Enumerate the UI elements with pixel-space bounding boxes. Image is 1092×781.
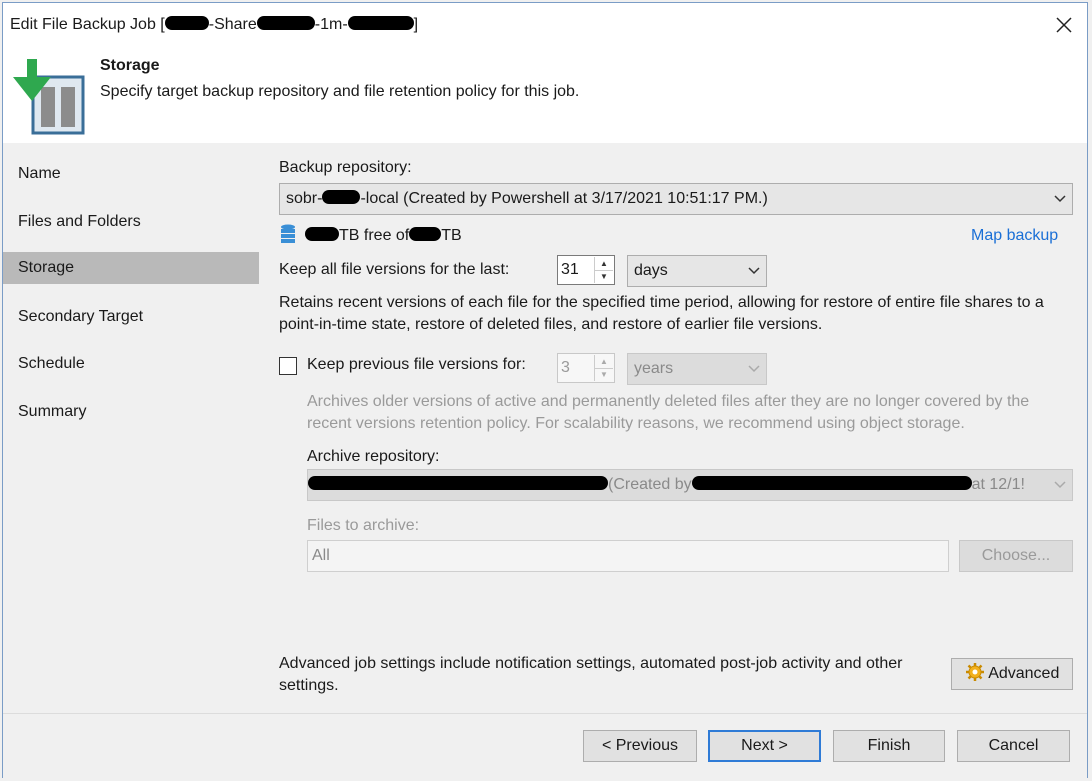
keep-all-unit-select[interactable]: days [627,255,767,287]
redaction [256,16,315,30]
files-to-archive-input[interactable]: All [307,540,949,572]
advanced-button[interactable]: Advanced [951,658,1073,690]
wizard-steps: Name Files and Folders Storage Secondary… [3,143,261,713]
keep-previous-value: 3 [561,359,570,376]
next-button[interactable]: Next > [708,730,821,762]
finish-button[interactable]: Finish [833,730,945,762]
advanced-button-label: Advanced [988,665,1060,682]
chevron-down-icon [1054,184,1066,214]
repo-value-suffix: -local (Created by Powershell at 3/17/20… [360,190,768,207]
keep-previous-label[interactable]: Keep previous file versions for: [307,356,526,374]
archive-label: Archive repository: [307,448,440,465]
redaction [347,16,414,30]
redaction [308,476,608,490]
title-bar: Edit File Backup Job [ -Share -1m-] [3,3,1087,47]
cancel-button[interactable]: Cancel [957,730,1070,762]
page-title: Storage [100,57,160,74]
redaction [409,227,442,241]
wizard-footer: < Previous Next > Finish Cancel [3,713,1087,778]
redaction [691,476,972,490]
keep-all-label: Keep all file versions for the last: [279,261,510,278]
stepper-down-icon[interactable]: ▼ [595,270,613,283]
stepper-up-icon[interactable]: ▲ [595,257,613,271]
free-mid: TB free of [339,227,410,244]
keep-all-stepper[interactable]: 31 ▲ ▼ [557,255,615,285]
step-storage[interactable]: Storage [3,252,259,284]
repo-label: Backup repository: [279,159,412,176]
keep-previous-unit-select[interactable]: years [627,353,767,385]
repo-value-prefix: sobr- [286,190,323,207]
advanced-description: Advanced job settings include notificati… [279,655,903,694]
chevron-down-icon [748,256,760,286]
keep-all-description: Retains recent versions of each file for… [279,294,1044,333]
database-icon [281,224,295,243]
keep-previous-checkbox[interactable] [279,357,297,375]
stepper-buttons: ▲ ▼ [594,257,613,283]
wizard-window: Edit File Backup Job [ -Share -1m-] Storag… [2,2,1088,778]
redaction [305,227,339,241]
title-mid-1: -Share [208,16,257,33]
window-title: Edit File Backup Job [ -Share -1m-] [10,16,418,34]
archive-repository-select[interactable]: (Created by at 12/1! [307,469,1073,501]
step-files-and-folders[interactable]: Files and Folders [3,206,259,238]
title-prefix: Edit File Backup Job [ [10,16,165,33]
keep-previous-unit: years [634,360,674,377]
repository-free-space: TB free of TB [305,227,462,245]
keep-previous-stepper[interactable]: 3 ▲ ▼ [557,353,615,383]
close-button[interactable] [1049,11,1079,39]
storage-download-icon [13,59,85,135]
storage-panel: Backup repository: sobr- -local (Created … [261,143,1087,713]
choose-button[interactable]: Choose... [959,540,1073,572]
title-suffix: ] [413,16,419,33]
files-to-archive-label: Files to archive: [307,517,420,534]
keep-all-value: 31 [561,261,579,278]
keep-previous-description: Archives older versions of active and pe… [307,393,1030,432]
chevron-down-icon [748,354,760,384]
free-suffix: TB [441,227,462,244]
gear-icon [965,663,984,681]
archive-value-suffix: at 12/1! [971,476,1025,493]
page-description: Specify target backup repository and fil… [100,83,580,100]
stepper-down-icon[interactable]: ▼ [595,368,613,381]
map-backup-link[interactable]: Map backup [971,227,1058,245]
title-mid-2: -1m- [314,16,348,33]
stepper-up-icon[interactable]: ▲ [595,355,613,369]
archive-value-mid: (Created by [608,476,692,493]
step-schedule[interactable]: Schedule [3,348,259,380]
step-summary[interactable]: Summary [3,396,259,428]
redaction [322,190,361,204]
wizard-header: Storage Specify target backup repository… [3,47,1087,143]
previous-button[interactable]: < Previous [583,730,697,762]
redaction [164,16,209,30]
backup-repository-select[interactable]: sobr- -local (Created by Powershell at 3/… [279,183,1073,215]
step-name[interactable]: Name [3,158,259,190]
close-icon [1056,17,1072,33]
stepper-buttons: ▲ ▼ [594,355,613,381]
keep-all-unit: days [634,262,668,279]
chevron-down-icon [1054,470,1066,500]
step-secondary-target[interactable]: Secondary Target [3,301,259,333]
